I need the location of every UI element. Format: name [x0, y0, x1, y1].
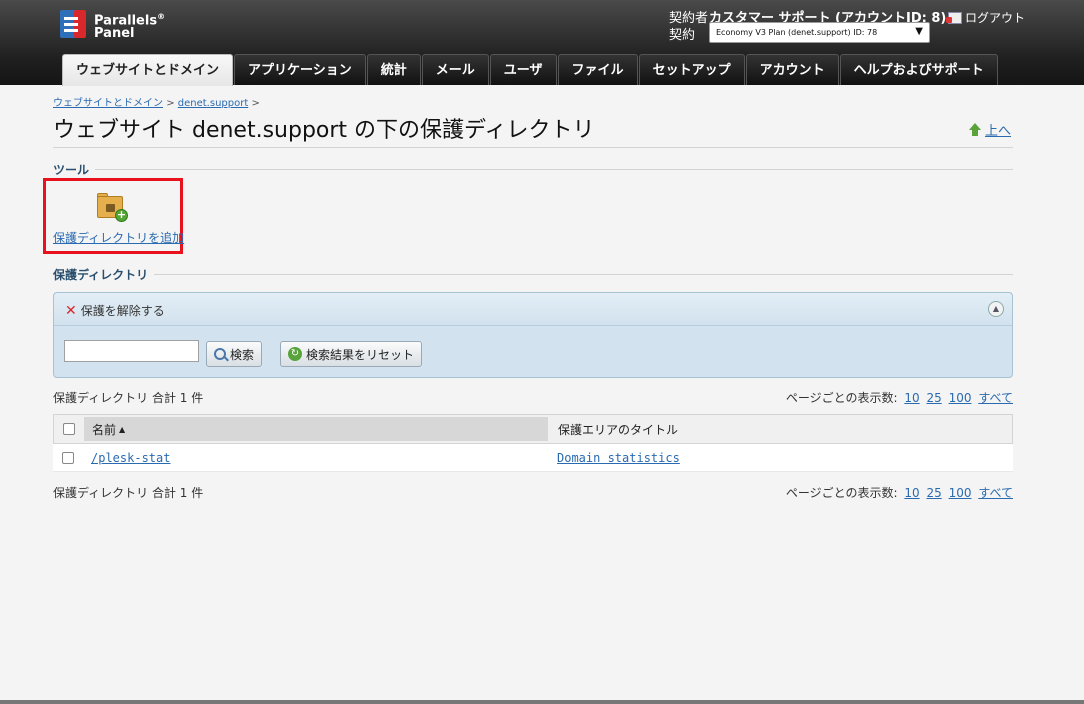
per-page-all[interactable]: すべて [978, 486, 1013, 500]
subscription-select[interactable]: Economy V3 Plan (denet.support) ID: 78 ▼ [709, 22, 930, 43]
refresh-icon: ↻ [288, 347, 302, 361]
protected-dirs-table: 名前 ▲ 保護エリアのタイトル /plesk-stat Domain stati… [53, 414, 1013, 472]
per-page-selector-top: ページごとの表示数: 10 25 100 すべて [785, 391, 1013, 405]
sort-asc-icon: ▲ [119, 424, 126, 434]
breadcrumb: ウェブサイトとドメイン > denet.support > [53, 98, 260, 109]
divider [53, 147, 1013, 148]
up-arrow-icon [968, 122, 982, 137]
per-page-all[interactable]: すべて [978, 391, 1013, 405]
close-icon: ✕ [65, 302, 77, 319]
row-checkbox[interactable] [62, 451, 74, 464]
tools-section-title: ツール [53, 161, 96, 178]
logout-link[interactable]: ログアウト [946, 9, 1025, 26]
protected-folder-add-icon[interactable]: + [97, 193, 129, 223]
area-title-link[interactable]: Domain statistics [557, 451, 680, 465]
table-header: 名前 ▲ 保護エリアのタイトル [53, 414, 1013, 444]
add-protected-directory-link[interactable]: 保護ディレクトリを追加 [53, 229, 184, 246]
search-button[interactable]: 検索 [206, 341, 263, 367]
per-page-25[interactable]: 25 [926, 391, 941, 405]
per-page-selector-bottom: ページごとの表示数: 10 25 100 すべて [785, 486, 1013, 500]
reset-search-button[interactable]: ↻ 検索結果をリセット [280, 341, 423, 367]
tab-users[interactable]: ユーザ [489, 54, 557, 85]
list-toolbar-panel: ✕ 保護を解除する ▲ 検索 ↻ 検索結果をリセット [53, 292, 1013, 378]
window-bottom-edge [0, 700, 1084, 704]
panel-header: ✕ 保護を解除する ▲ [54, 293, 1012, 326]
list-summary-bottom: 保護ディレクトリ 合計 1 件 [53, 486, 204, 500]
per-page-100[interactable]: 100 [949, 486, 972, 500]
per-page-10[interactable]: 10 [904, 391, 919, 405]
column-header-name[interactable]: 名前 ▲ [84, 417, 548, 441]
search-icon [214, 348, 226, 360]
column-header-title[interactable]: 保護エリアのタイトル [548, 415, 1012, 443]
parallels-panel-logo[interactable]: Parallels® Panel [60, 10, 165, 40]
tab-setup[interactable]: セットアップ [638, 54, 745, 85]
list-summary-top: 保護ディレクトリ 合計 1 件 [53, 391, 204, 405]
tab-mail[interactable]: メール [421, 54, 489, 85]
page-title: ウェブサイト denet.support の下の保護ディレクトリ [53, 118, 595, 143]
directory-link[interactable]: /plesk-stat [91, 451, 170, 465]
per-page-100[interactable]: 100 [949, 391, 972, 405]
main-nav-tabs: ウェブサイトとドメイン アプリケーション 統計 メール ユーザ ファイル セット… [62, 54, 999, 86]
collapse-icon[interactable]: ▲ [988, 301, 1004, 317]
select-all-checkbox[interactable] [63, 423, 75, 435]
remove-protection-button[interactable]: ✕ 保護を解除する [65, 302, 165, 319]
search-input[interactable] [64, 340, 199, 362]
chevron-down-icon: ▼ [915, 26, 923, 37]
tab-websites-domains[interactable]: ウェブサイトとドメイン [62, 54, 234, 86]
divider [53, 169, 1013, 170]
parallels-logo-icon [60, 10, 90, 40]
breadcrumb-domain[interactable]: denet.support [178, 98, 248, 109]
per-page-10[interactable]: 10 [904, 486, 919, 500]
tab-account[interactable]: アカウント [745, 54, 839, 85]
logout-icon [946, 11, 962, 24]
plan-label: 契約 [669, 28, 696, 43]
logo-text: Parallels® Panel [94, 12, 166, 42]
table-row: /plesk-stat Domain statistics [53, 444, 1013, 472]
per-page-25[interactable]: 25 [926, 486, 941, 500]
tab-help-support[interactable]: ヘルプおよびサポート [839, 54, 998, 85]
tab-applications[interactable]: アプリケーション [234, 54, 366, 85]
tab-files[interactable]: ファイル [557, 54, 638, 85]
tab-statistics[interactable]: 統計 [366, 54, 421, 85]
up-level-link[interactable]: 上へ [968, 120, 1011, 139]
divider [53, 274, 1013, 275]
breadcrumb-websites-domains[interactable]: ウェブサイトとドメイン [53, 98, 163, 109]
top-header: Parallels® Panel 契約者カスタマー サポート (アカウントID:… [0, 0, 1084, 86]
protected-dirs-section-title: 保護ディレクトリ [53, 266, 155, 283]
